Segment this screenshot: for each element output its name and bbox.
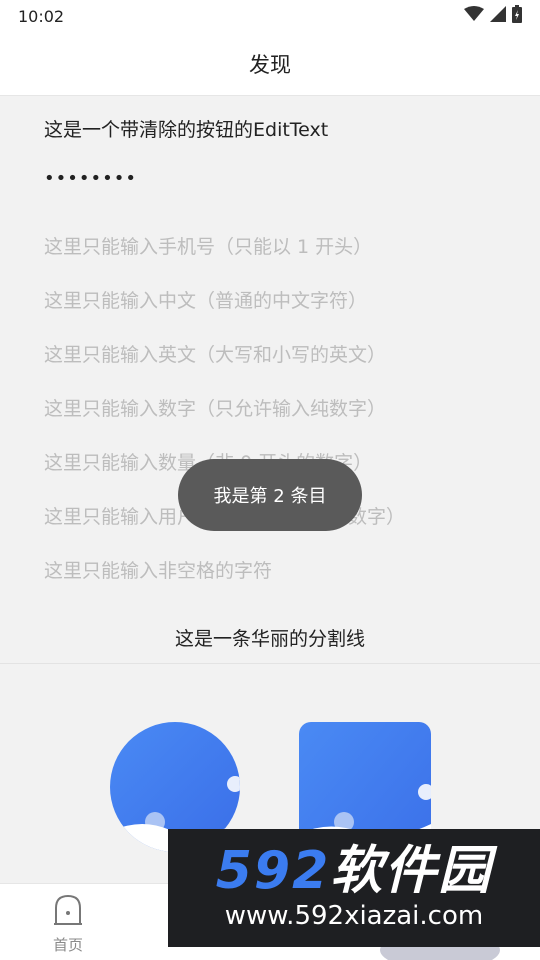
app-bar: 发现 [0, 32, 540, 96]
nav-label-home: 首页 [52, 936, 83, 954]
non-space-input[interactable]: 这里只能输入非空格的字符 [44, 556, 272, 583]
watermark: 592软件园 www.592xiazai.com [168, 829, 540, 947]
watermark-brand-text: 软件园 [330, 841, 493, 901]
toast-text: 我是第 2 条目 [213, 486, 327, 507]
signal-icon [490, 6, 506, 26]
battery-charging-icon [512, 5, 522, 27]
english-input[interactable]: 这里只能输入英文（大写和小写的英文） [44, 340, 386, 367]
chinese-input[interactable]: 这里只能输入中文（普通的中文字符） [44, 286, 367, 313]
home-icon [53, 894, 83, 930]
phone-input[interactable]: 这里只能输入手机号（只能以 1 开头） [44, 232, 372, 259]
watermark-brand-number: 592 [215, 841, 331, 901]
watermark-url: www.592xiazai.com [224, 901, 484, 931]
wifi-icon [464, 6, 484, 26]
status-icons [464, 5, 522, 27]
password-field[interactable]: •••••••• [44, 168, 137, 189]
clearable-edittext[interactable]: 这是一个带清除的按钮的EditText [44, 115, 328, 142]
watermark-brand: 592软件园 [216, 843, 493, 899]
toast: 我是第 2 条目 [178, 459, 362, 531]
nav-item-home[interactable]: 首页 [40, 894, 96, 956]
number-input[interactable]: 这里只能输入数字（只允许输入纯数字） [44, 394, 386, 421]
divider-label: 这是一条华丽的分割线 [174, 628, 365, 650]
status-time: 10:02 [18, 6, 65, 26]
divider-line [0, 663, 540, 664]
status-bar: 10:02 [0, 0, 540, 32]
page-title: 发现 [249, 52, 291, 77]
